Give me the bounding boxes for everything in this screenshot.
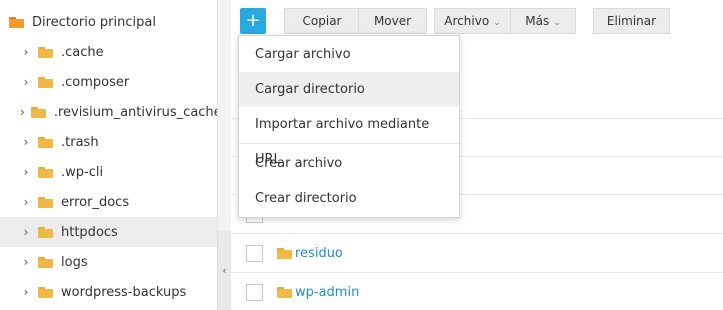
tree-item-label: .revisium_antivirus_cache xyxy=(53,104,217,120)
chevron-left-icon: ‹ xyxy=(222,264,227,277)
menu-item-upload-directory[interactable]: Cargar directorio xyxy=(239,72,459,107)
tree-item-error-docs[interactable]: › error_docs xyxy=(0,187,217,217)
tree-item-label: logs xyxy=(61,254,88,270)
chevron-right-icon[interactable]: › xyxy=(20,195,32,209)
tree-item-httpdocs[interactable]: › httpdocs xyxy=(0,217,217,247)
file-menu-label: Archivo xyxy=(444,14,490,28)
tree-item-wordpress-backups[interactable]: › wordpress-backups xyxy=(0,277,217,307)
chevron-down-icon: ⌄ xyxy=(493,18,501,28)
folder-icon xyxy=(38,166,53,178)
chevron-right-icon[interactable]: › xyxy=(20,255,32,269)
folder-icon xyxy=(38,256,53,268)
file-menu-button[interactable]: Archivo ⌄ xyxy=(434,8,511,34)
tree-item-label: wordpress-backups xyxy=(61,284,187,300)
add-dropdown-menu: Cargar archivo Cargar directorio Importa… xyxy=(238,35,460,218)
collapse-sidebar-button[interactable]: ‹ xyxy=(217,231,231,310)
tree-item-cache[interactable]: › .cache xyxy=(0,37,217,67)
tree-root[interactable]: Directorio principal xyxy=(0,7,217,37)
menu-item-upload-file[interactable]: Cargar archivo xyxy=(239,37,459,72)
chevron-right-icon[interactable]: › xyxy=(20,105,25,119)
row-checkbox[interactable] xyxy=(246,283,263,301)
chevron-right-icon[interactable]: › xyxy=(20,75,32,89)
folder-icon xyxy=(38,196,53,208)
folder-icon xyxy=(277,247,292,259)
menu-divider xyxy=(239,143,459,144)
chevron-right-icon[interactable]: › xyxy=(20,225,32,239)
menu-item-create-directory[interactable]: Crear directorio xyxy=(239,181,459,216)
folder-icon xyxy=(277,286,292,298)
tree-item-revisium[interactable]: › .revisium_antivirus_cache xyxy=(0,97,217,127)
tree-item-label: httpdocs xyxy=(61,224,118,240)
tree-item-logs[interactable]: › logs xyxy=(0,247,217,277)
chevron-right-icon[interactable]: › xyxy=(20,165,32,179)
add-button[interactable]: + xyxy=(240,8,266,34)
more-menu-button[interactable]: Más ⌄ xyxy=(510,8,576,34)
folder-icon xyxy=(38,286,53,298)
menu-item-create-file[interactable]: Crear archivo xyxy=(239,146,459,181)
row-checkbox[interactable] xyxy=(246,244,263,262)
folder-icon xyxy=(38,136,53,148)
tree-item-label: .wp-cli xyxy=(61,164,104,180)
chevron-down-icon: ⌄ xyxy=(553,18,561,28)
menu-item-import-url[interactable]: Importar archivo mediante URL xyxy=(239,107,459,167)
folder-icon xyxy=(9,16,24,28)
table-row[interactable]: residuo xyxy=(231,233,723,272)
folder-icon xyxy=(38,226,53,238)
folder-tree: Directorio principal › .cache › .compose… xyxy=(0,0,217,310)
tree-root-label: Directorio principal xyxy=(32,14,156,30)
plus-icon: + xyxy=(245,10,261,31)
file-name-link[interactable]: wp-admin xyxy=(295,285,359,300)
folder-icon xyxy=(38,46,53,58)
tree-item-wp-cli[interactable]: › .wp-cli xyxy=(0,157,217,187)
tree-item-label: .cache xyxy=(61,44,104,60)
chevron-right-icon[interactable]: › xyxy=(20,135,32,149)
tree-item-composer[interactable]: › .composer xyxy=(0,67,217,97)
tree-item-label: error_docs xyxy=(61,194,130,210)
file-name-link[interactable]: residuo xyxy=(295,246,343,261)
delete-button[interactable]: Eliminar xyxy=(593,8,670,34)
tree-item-label: .composer xyxy=(61,74,130,90)
copy-button[interactable]: Copiar xyxy=(284,8,360,34)
table-row[interactable]: wp-admin xyxy=(231,272,723,310)
tree-item-trash[interactable]: › .trash xyxy=(0,127,217,157)
chevron-right-icon[interactable]: › xyxy=(20,45,32,59)
more-menu-label: Más xyxy=(525,14,550,28)
folder-icon xyxy=(38,76,53,88)
chevron-right-icon[interactable]: › xyxy=(20,285,32,299)
tree-item-label: .trash xyxy=(61,134,99,150)
folder-icon xyxy=(30,106,46,118)
move-button[interactable]: Mover xyxy=(358,8,427,34)
